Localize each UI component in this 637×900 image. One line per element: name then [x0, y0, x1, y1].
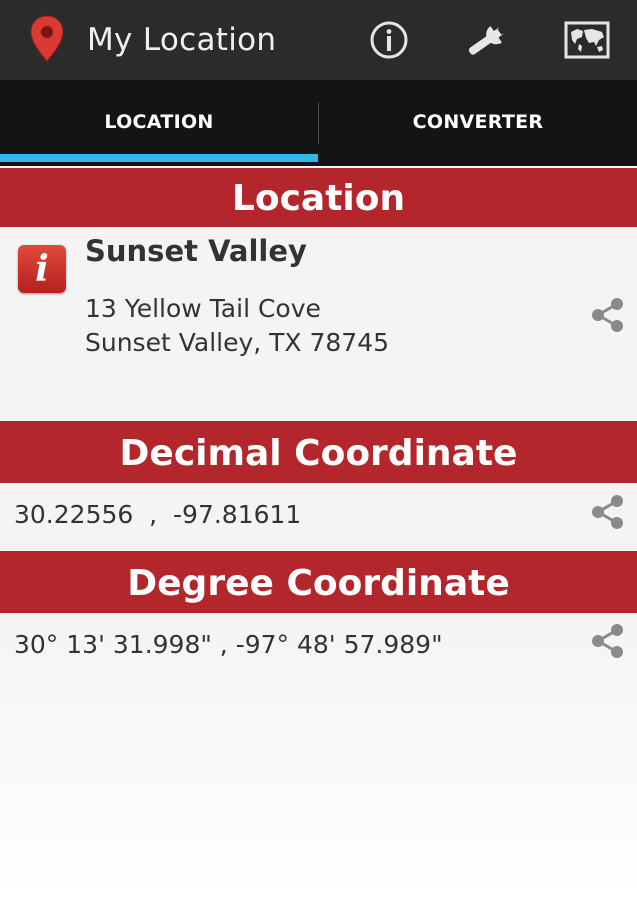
degree-section-header: Degree Coordinate: [0, 551, 637, 613]
share-icon[interactable]: [589, 296, 627, 334]
info-icon: [370, 21, 408, 59]
tab-selected-indicator: [0, 154, 318, 162]
map-button[interactable]: [561, 14, 613, 66]
share-icon[interactable]: [589, 493, 627, 531]
place-address: 13 Yellow Tail Cove Sunset Valley, TX 78…: [85, 292, 389, 360]
app-title: My Location: [87, 22, 277, 58]
place-name: Sunset Valley: [85, 234, 307, 268]
app-root: My Location LOCATION CONVERTER Location …: [0, 0, 637, 900]
tab-converter[interactable]: CONVERTER: [319, 80, 637, 166]
info-button[interactable]: [363, 14, 415, 66]
address-line-2: Sunset Valley, TX 78745: [85, 328, 390, 357]
degree-coordinate-value: 30° 13' 31.998" , -97° 48' 57.989": [14, 630, 443, 659]
tab-divider: [318, 102, 319, 144]
location-section-header: Location: [0, 168, 637, 227]
share-icon[interactable]: [589, 622, 627, 660]
decimal-coordinate-value: 30.22556 , -97.81611: [14, 500, 302, 529]
wrench-icon: [468, 23, 510, 55]
action-bar: My Location: [0, 0, 637, 80]
info-place-icon: i: [18, 245, 66, 293]
settings-button[interactable]: [462, 14, 514, 66]
map-pin-icon[interactable]: [28, 14, 66, 64]
world-map-icon: [564, 21, 610, 59]
address-line-1: 13 Yellow Tail Cove: [85, 294, 321, 323]
decimal-section-header: Decimal Coordinate: [0, 421, 637, 483]
